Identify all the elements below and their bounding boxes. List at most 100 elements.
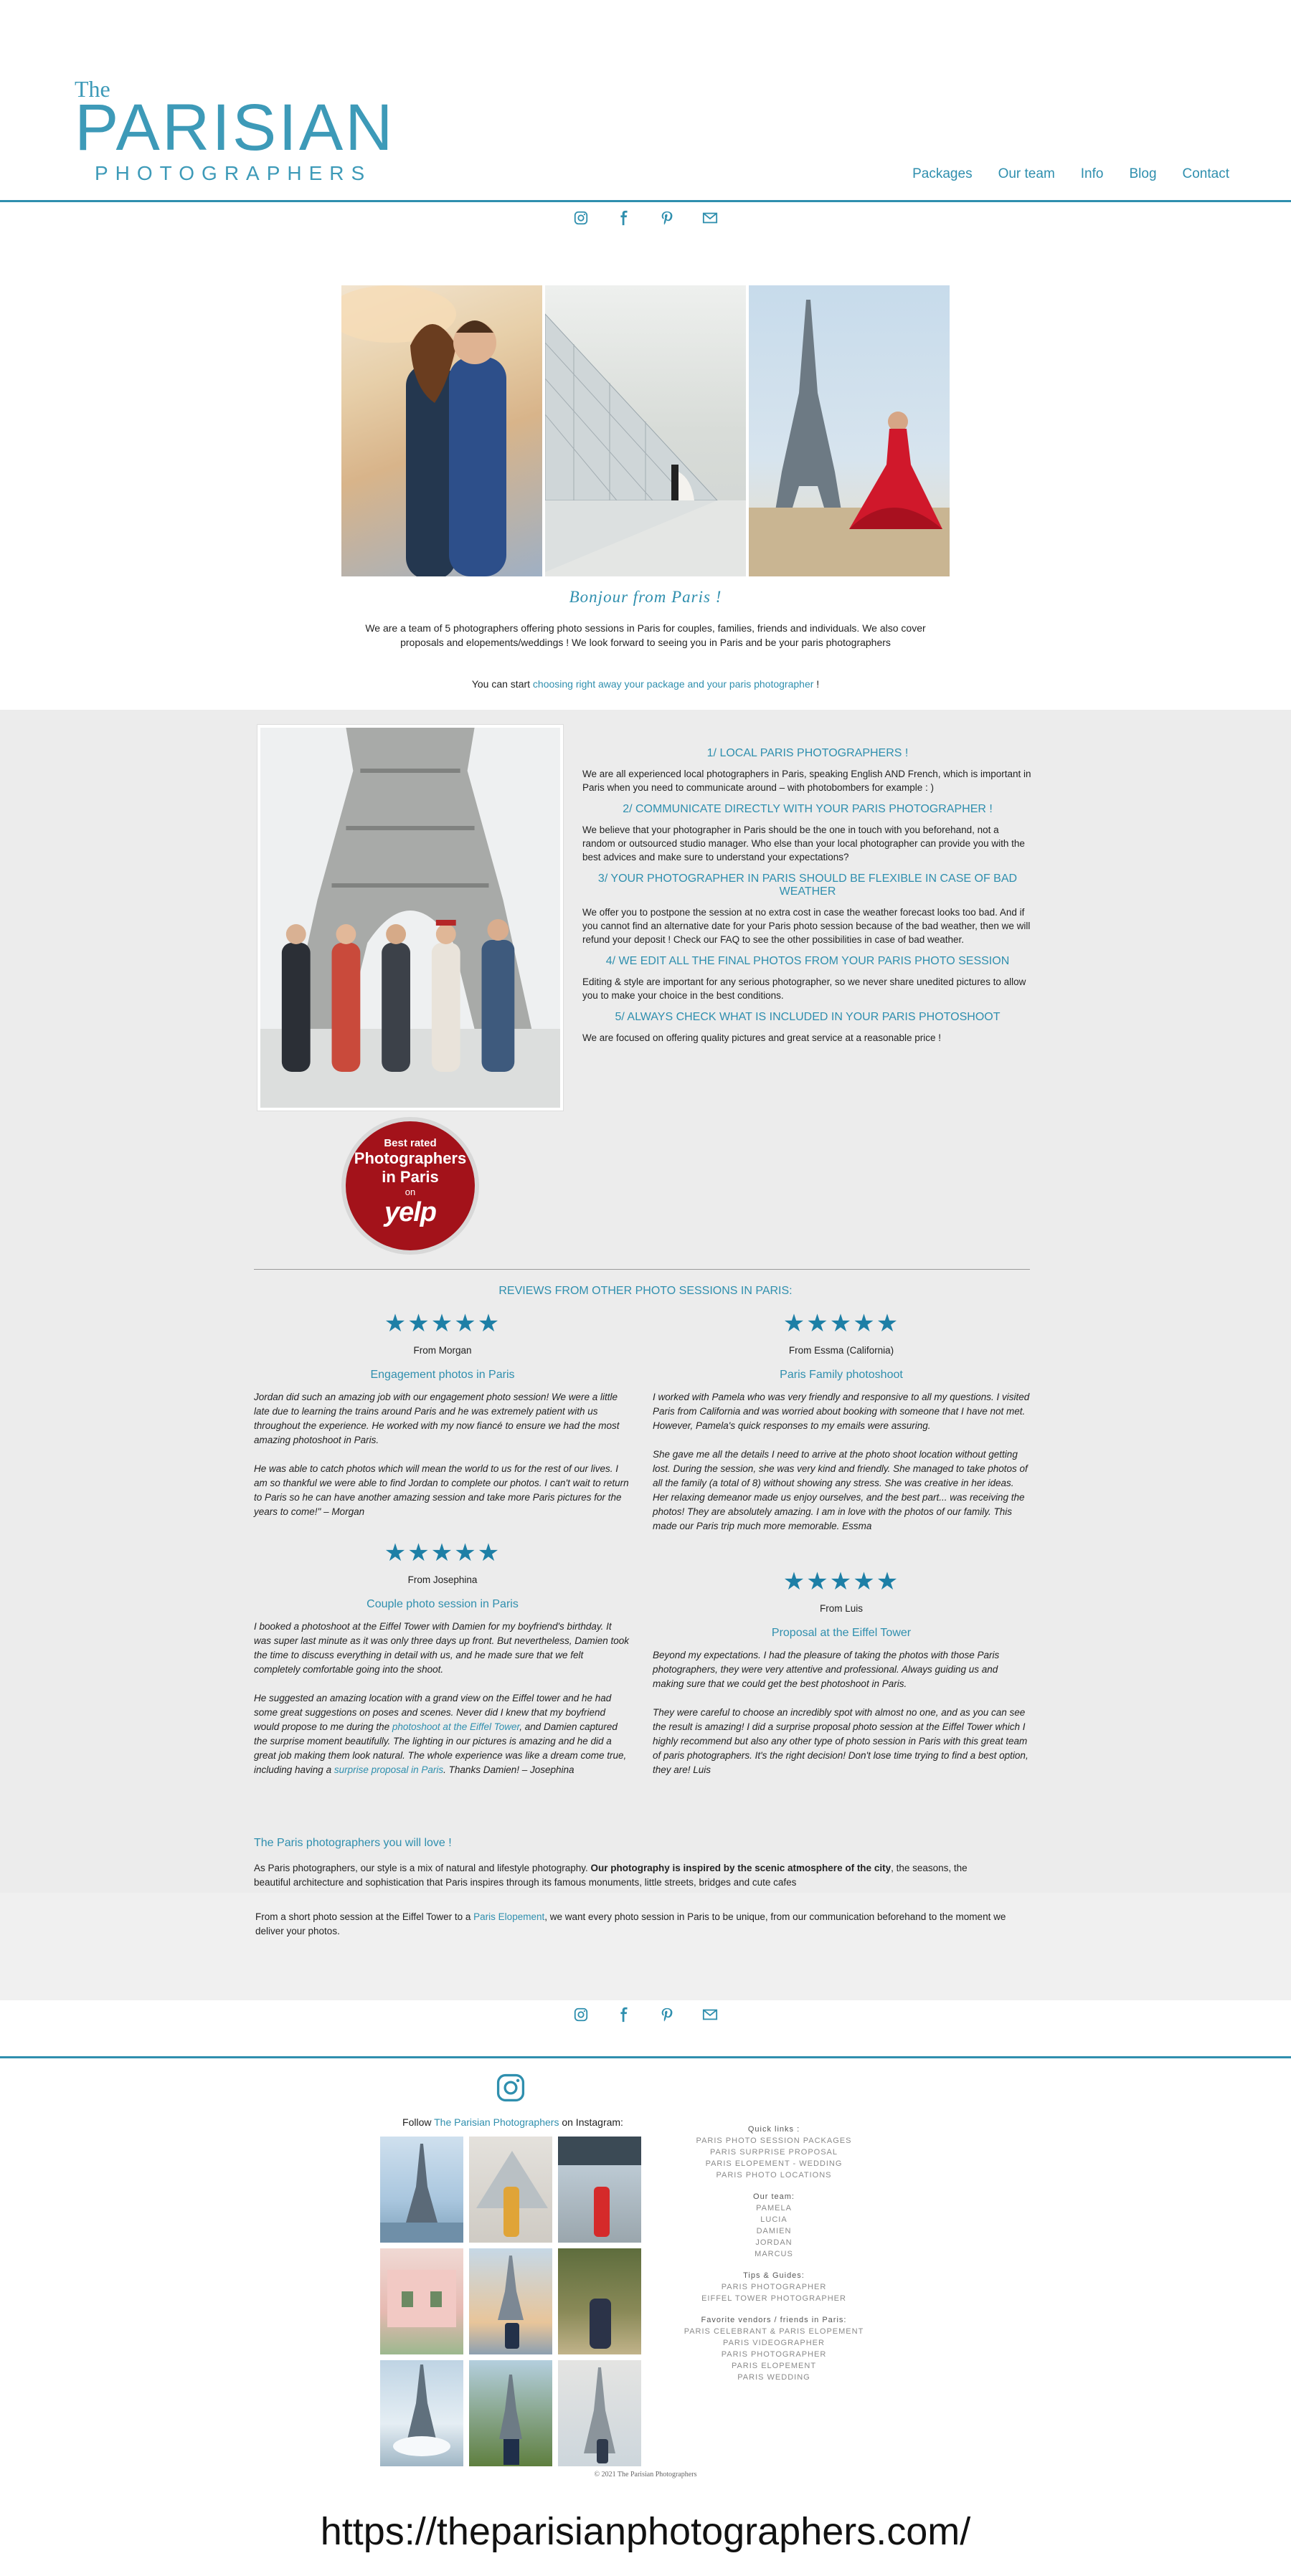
- email-icon[interactable]: [701, 2006, 719, 2023]
- reason-heading: 5/ ALWAYS CHECK WHAT IS INCLUDED IN YOUR…: [615, 1011, 1001, 1023]
- footer-link[interactable]: JORDAN: [670, 2237, 878, 2248]
- review-author: From Morgan: [413, 1345, 472, 1356]
- review-card: ★★★★★ From Luis Proposal at the Eiffel T…: [653, 1567, 1030, 1777]
- eiffel-photoshoot-link[interactable]: photoshoot at the Eiffel Tower: [392, 1721, 519, 1732]
- review-paragraph: They were careful to choose an incredibl…: [653, 1707, 1028, 1775]
- instagram-icon[interactable]: [495, 2072, 526, 2104]
- section-divider: [254, 1269, 1030, 1270]
- footer-link[interactable]: PARIS PHOTO LOCATIONS: [670, 2169, 878, 2181]
- review-title: Paris Family photoshoot: [780, 1369, 903, 1381]
- nav-blog[interactable]: Blog: [1129, 166, 1156, 182]
- review-paragraph: I worked with Pamela who was very friend…: [653, 1392, 1030, 1431]
- hero-intro-text: We are a team of 5 photographers offerin…: [365, 622, 926, 648]
- team-heading: Our team:: [753, 2192, 795, 2201]
- instagram-post[interactable]: [469, 2248, 552, 2354]
- footer-link[interactable]: PAMELA: [670, 2202, 878, 2214]
- reason-text: We believe that your photographer in Par…: [582, 824, 1025, 862]
- instagram-post[interactable]: [558, 2360, 641, 2466]
- yelp-logo: yelp: [384, 1197, 437, 1227]
- nav-packages[interactable]: Packages: [912, 166, 972, 182]
- footer-link[interactable]: PARIS SURPRISE PROPOSAL: [670, 2147, 878, 2158]
- review-text: I worked with Pamela who was very friend…: [653, 1390, 1030, 1534]
- footer-divider: [0, 2056, 1291, 2058]
- review-paragraph: Jordan did such an amazing job with our …: [254, 1392, 620, 1445]
- intro-heading: The Paris photographers you will love !: [254, 1837, 452, 1849]
- five-star-rating: ★★★★★: [782, 1310, 900, 1337]
- instagram-post[interactable]: [469, 2360, 552, 2466]
- site-url: https://theparisianphotographers.com/: [320, 2510, 971, 2553]
- review-card: ★★★★★ From Essma (California) Paris Fami…: [653, 1309, 1030, 1534]
- reason-text: We are focused on offering quality pictu…: [582, 1032, 942, 1043]
- packages-link[interactable]: choosing right away your package and you…: [533, 678, 813, 690]
- review-text: I booked a photoshoot at the Eiffel Towe…: [254, 1620, 631, 1777]
- review-text: Beyond my expectations. I had the pleasu…: [653, 1648, 1030, 1777]
- instagram-post[interactable]: [558, 2137, 641, 2243]
- instagram-post[interactable]: [380, 2248, 463, 2354]
- instagram-icon[interactable]: [572, 2006, 590, 2023]
- footer-link[interactable]: MARCUS: [670, 2248, 878, 2260]
- intro-band: [0, 1893, 1291, 2000]
- pinterest-icon[interactable]: [658, 2006, 676, 2023]
- hero-start-suffix: !: [813, 678, 820, 690]
- review-paragraph: Beyond my expectations. I had the pleasu…: [653, 1650, 1000, 1689]
- yelp-line3: in Paris: [382, 1168, 439, 1186]
- logo-parisian: PARISIAN: [75, 91, 395, 164]
- footer-link[interactable]: EIFFEL TOWER PHOTOGRAPHER: [670, 2293, 878, 2304]
- intro-paragraph: From a short photo session at the Eiffel…: [255, 1910, 1016, 1939]
- review-paragraph: I booked a photoshoot at the Eiffel Towe…: [254, 1621, 630, 1675]
- intro-text: As Paris photographers, our style is a m…: [254, 1863, 591, 1873]
- footer-link[interactable]: DAMIEN: [670, 2225, 878, 2237]
- yelp-badge[interactable]: Best rated Photographers in Paris on yel…: [341, 1117, 479, 1255]
- footer-link[interactable]: PARIS PHOTO SESSION PACKAGES: [670, 2135, 878, 2147]
- main-nav: Packages Our team Info Blog Contact: [912, 166, 1229, 182]
- instagram-icon[interactable]: [572, 209, 590, 227]
- yelp-line4: on: [405, 1187, 416, 1197]
- intro-paragraph: As Paris photographers, our style is a m…: [254, 1861, 991, 1890]
- paris-elopement-link[interactable]: Paris Elopement: [473, 1911, 544, 1922]
- review-title: Engagement photos in Paris: [370, 1369, 515, 1381]
- review-author: From Essma (California): [788, 1345, 894, 1356]
- hero-start-line: You can start choosing right away your p…: [0, 678, 1291, 690]
- nav-our-team[interactable]: Our team: [998, 166, 1055, 182]
- intro-bold-text: Our photography is inspired by the sceni…: [590, 1863, 892, 1873]
- follow-prefix: Follow: [402, 2116, 435, 2128]
- reason-heading: 3/ YOUR PHOTOGRAPHER IN PARIS SHOULD BE …: [597, 873, 1018, 898]
- footer-link[interactable]: PARIS CELEBRANT & PARIS ELOPEMENT: [670, 2326, 878, 2337]
- site-logo[interactable]: The PARISIAN PHOTOGRAPHERS: [75, 72, 393, 186]
- reason-heading: 1/ LOCAL PARIS PHOTOGRAPHERS !: [706, 747, 909, 759]
- instagram-post[interactable]: [558, 2248, 641, 2354]
- nav-info[interactable]: Info: [1081, 166, 1104, 182]
- surprise-proposal-link[interactable]: surprise proposal in Paris: [334, 1764, 443, 1775]
- review-paragraph: He was able to catch photos which will m…: [254, 1463, 629, 1517]
- pinterest-icon[interactable]: [658, 209, 676, 227]
- instagram-post[interactable]: [380, 2137, 463, 2243]
- footer-link[interactable]: PARIS PHOTOGRAPHER: [670, 2349, 878, 2360]
- hero-photo-couple-carousel: [341, 285, 542, 576]
- instagram-post[interactable]: [469, 2137, 552, 2243]
- footer-link[interactable]: PARIS VIDEOGRAPHER: [670, 2337, 878, 2349]
- footer-link[interactable]: LUCIA: [670, 2214, 878, 2225]
- footer-link[interactable]: PARIS ELOPEMENT: [670, 2360, 878, 2372]
- instagram-account-link[interactable]: The Parisian Photographers: [434, 2116, 559, 2128]
- review-paragraph: He suggested an amazing location with a …: [254, 1691, 631, 1777]
- instagram-feed: [380, 2137, 644, 2466]
- footer-link[interactable]: PARIS PHOTOGRAPHER: [670, 2281, 878, 2293]
- reason-text: We offer you to postpone the session at …: [582, 907, 1031, 945]
- instagram-post[interactable]: [380, 2360, 463, 2466]
- logo-photographers: PHOTOGRAPHERS: [95, 162, 372, 184]
- yelp-line2: Photographers: [354, 1149, 467, 1167]
- review-author: From Josephina: [407, 1574, 478, 1585]
- five-star-rating: ★★★★★: [384, 1310, 501, 1337]
- hero-title: Bonjour from Paris !: [569, 588, 722, 606]
- copyright: © 2021 The Parisian Photographers: [594, 2471, 697, 2478]
- intro-text: From a short photo session at the Eiffel…: [255, 1911, 474, 1922]
- footer-link[interactable]: PARIS WEDDING: [670, 2372, 878, 2383]
- footer-link[interactable]: PARIS ELOPEMENT - WEDDING: [670, 2158, 878, 2169]
- review-card: ★★★★★ From Josephina Couple photo sessio…: [254, 1539, 631, 1777]
- review-text: Jordan did such an amazing job with our …: [254, 1390, 631, 1519]
- site-header: The PARISIAN PHOTOGRAPHERS Packages Our …: [0, 0, 1291, 202]
- facebook-icon[interactable]: [615, 209, 633, 227]
- facebook-icon[interactable]: [615, 2006, 633, 2023]
- email-icon[interactable]: [701, 209, 719, 227]
- nav-contact[interactable]: Contact: [1183, 166, 1229, 182]
